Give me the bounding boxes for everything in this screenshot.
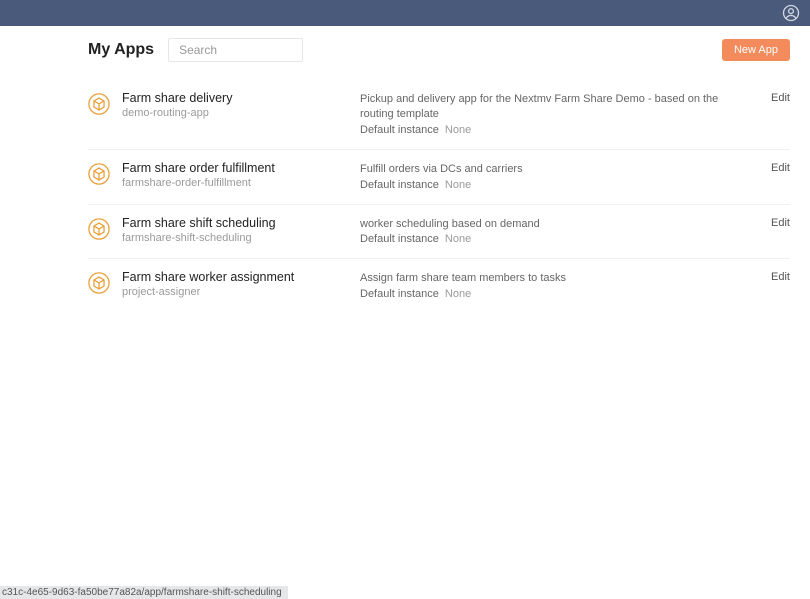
list-item[interactable]: Farm share order fulfillment farmshare-o… — [88, 150, 790, 205]
list-item[interactable]: Farm share worker assignment project-ass… — [88, 259, 790, 313]
package-icon — [88, 163, 110, 185]
search-input[interactable] — [168, 38, 303, 62]
app-instance: Default instance None — [360, 124, 751, 136]
edit-link[interactable]: Edit — [771, 161, 790, 174]
app-description: Fulfill orders via DCs and carriers — [360, 162, 751, 177]
package-icon — [88, 218, 110, 240]
app-instance: Default instance None — [360, 179, 751, 191]
instance-value: None — [445, 179, 471, 191]
app-instance: Default instance None — [360, 288, 751, 300]
instance-label: Default instance — [360, 233, 439, 245]
app-left: Farm share worker assignment project-ass… — [122, 270, 360, 298]
app-left: Farm share shift scheduling farmshare-sh… — [122, 216, 360, 244]
header-row: My Apps New App — [88, 38, 790, 62]
app-middle: Fulfill orders via DCs and carriers Defa… — [360, 161, 771, 191]
instance-label: Default instance — [360, 124, 439, 136]
app-left: Farm share order fulfillment farmshare-o… — [122, 161, 360, 189]
edit-link[interactable]: Edit — [771, 216, 790, 229]
app-description: worker scheduling based on demand — [360, 217, 751, 232]
app-middle: Pickup and delivery app for the Nextmv F… — [360, 91, 771, 136]
edit-link[interactable]: Edit — [771, 270, 790, 283]
app-middle: Assign farm share team members to tasks … — [360, 270, 771, 300]
app-name: Farm share order fulfillment — [122, 161, 360, 175]
app-middle: worker scheduling based on demand Defaul… — [360, 216, 771, 246]
app-instance: Default instance None — [360, 233, 751, 245]
instance-label: Default instance — [360, 288, 439, 300]
app-name: Farm share worker assignment — [122, 270, 360, 284]
instance-value: None — [445, 124, 471, 136]
instance-value: None — [445, 233, 471, 245]
list-item[interactable]: Farm share shift scheduling farmshare-sh… — [88, 205, 790, 260]
app-slug: farmshare-shift-scheduling — [122, 232, 360, 244]
edit-link[interactable]: Edit — [771, 91, 790, 104]
app-description: Assign farm share team members to tasks — [360, 271, 751, 286]
app-slug: demo-routing-app — [122, 107, 360, 119]
main-content: My Apps New App Farm share delivery demo… — [0, 26, 810, 313]
status-bar: c31c-4e65-9d63-fa50be77a82a/app/farmshar… — [0, 586, 288, 599]
top-bar — [0, 0, 810, 26]
new-app-button[interactable]: New App — [722, 39, 790, 61]
app-name: Farm share shift scheduling — [122, 216, 360, 230]
app-left: Farm share delivery demo-routing-app — [122, 91, 360, 119]
package-icon — [88, 93, 110, 115]
instance-value: None — [445, 288, 471, 300]
package-icon — [88, 272, 110, 294]
app-list: Farm share delivery demo-routing-app Pic… — [88, 80, 790, 313]
user-icon[interactable] — [782, 4, 800, 22]
app-slug: farmshare-order-fulfillment — [122, 177, 360, 189]
app-name: Farm share delivery — [122, 91, 360, 105]
list-item[interactable]: Farm share delivery demo-routing-app Pic… — [88, 80, 790, 150]
page-title: My Apps — [88, 41, 154, 59]
instance-label: Default instance — [360, 179, 439, 191]
app-description: Pickup and delivery app for the Nextmv F… — [360, 92, 751, 122]
app-slug: project-assigner — [122, 286, 360, 298]
